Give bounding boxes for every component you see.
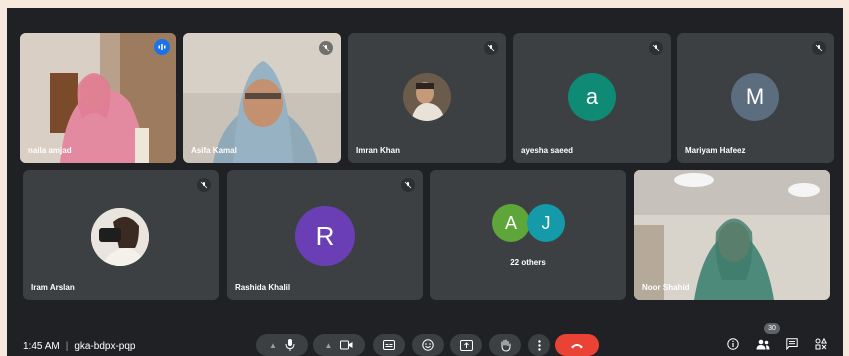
- chat-icon: [786, 338, 798, 350]
- participant-name: Imran Khan: [356, 146, 401, 155]
- participant-name: ayesha saeed: [521, 146, 574, 155]
- tile-iram-arslan[interactable]: Iram Arslan: [23, 170, 219, 300]
- participant-name: Asifa Kamal: [191, 146, 237, 155]
- muted-mic-icon: [197, 178, 211, 192]
- chat-button[interactable]: [784, 336, 800, 352]
- avatar: R: [295, 206, 355, 266]
- avatar: J: [527, 204, 565, 242]
- mic-button[interactable]: ▲: [256, 334, 308, 356]
- emoji-icon: [422, 339, 434, 351]
- meeting-info: 1:45 AM | gka-bdpx-pqp: [23, 341, 135, 352]
- tile-ayesha-saeed[interactable]: a ayesha saeed: [513, 33, 671, 163]
- tile-imran-khan[interactable]: Imran Khan: [348, 33, 506, 163]
- clock-time: 1:45 AM: [23, 341, 60, 352]
- activities-button[interactable]: [813, 336, 829, 352]
- more-icon: [537, 339, 541, 351]
- present-button[interactable]: [450, 334, 482, 356]
- chevron-up-icon[interactable]: ▲: [325, 341, 333, 350]
- more-options-button[interactable]: [528, 334, 550, 356]
- others-count: 22 others: [510, 258, 546, 267]
- participant-name: Mariyam Hafeez: [685, 146, 746, 155]
- people-button[interactable]: [755, 336, 771, 352]
- present-icon: [459, 339, 473, 351]
- participant-name: Rashida Khalil: [235, 283, 291, 292]
- muted-mic-icon: [319, 41, 333, 55]
- camera-button[interactable]: ▲: [313, 334, 365, 356]
- participant-video: [634, 170, 830, 300]
- people-count-badge: 30: [764, 323, 780, 334]
- avatar: [403, 73, 451, 121]
- end-call-button[interactable]: [555, 334, 599, 356]
- tile-mariyam-hafeez[interactable]: M Mariyam Hafeez: [677, 33, 834, 163]
- captions-icon: [383, 340, 395, 350]
- meeting-code: gka-bdpx-pqp: [74, 341, 136, 352]
- raise-hand-button[interactable]: [489, 334, 521, 356]
- avatar: a: [568, 73, 616, 121]
- avatar: M: [731, 73, 779, 121]
- mic-icon: [285, 339, 295, 351]
- tile-rashida-khalil[interactable]: R Rashida Khalil: [227, 170, 423, 300]
- tile-asifa-kamal[interactable]: Asifa Kamal: [183, 33, 341, 163]
- tile-others[interactable]: A J 22 others: [430, 170, 626, 300]
- camera-icon: [340, 340, 353, 350]
- people-icon: [756, 339, 770, 349]
- speaking-indicator-icon: [154, 39, 170, 55]
- participant-name: Noor Shahid: [642, 283, 690, 292]
- muted-mic-icon: [401, 178, 415, 192]
- tile-naila-amjad[interactable]: naila amjad: [20, 33, 176, 163]
- avatar: [91, 208, 149, 266]
- muted-mic-icon: [484, 41, 498, 55]
- activities-icon: [815, 338, 827, 350]
- avatar: A: [492, 204, 530, 242]
- info-button[interactable]: [725, 336, 741, 352]
- meeting-frame: naila amjad Asifa Kamal Imran Khan a aye…: [7, 8, 843, 356]
- info-icon: [727, 338, 739, 350]
- control-bar: 1:45 AM | gka-bdpx-pqp ▲ ▲ 30: [7, 320, 843, 356]
- captions-button[interactable]: [373, 334, 405, 356]
- muted-mic-icon: [649, 41, 663, 55]
- end-call-icon: [571, 343, 583, 348]
- participant-name: Iram Arslan: [31, 283, 75, 292]
- raise-hand-icon: [501, 339, 510, 352]
- participant-video: [183, 33, 341, 163]
- chevron-up-icon[interactable]: ▲: [269, 341, 277, 350]
- emoji-button[interactable]: [412, 334, 444, 356]
- participant-video: [20, 33, 176, 163]
- separator: |: [65, 341, 69, 352]
- participant-name: naila amjad: [28, 146, 72, 155]
- tile-noor-shahid[interactable]: Noor Shahid: [634, 170, 830, 300]
- muted-mic-icon: [812, 41, 826, 55]
